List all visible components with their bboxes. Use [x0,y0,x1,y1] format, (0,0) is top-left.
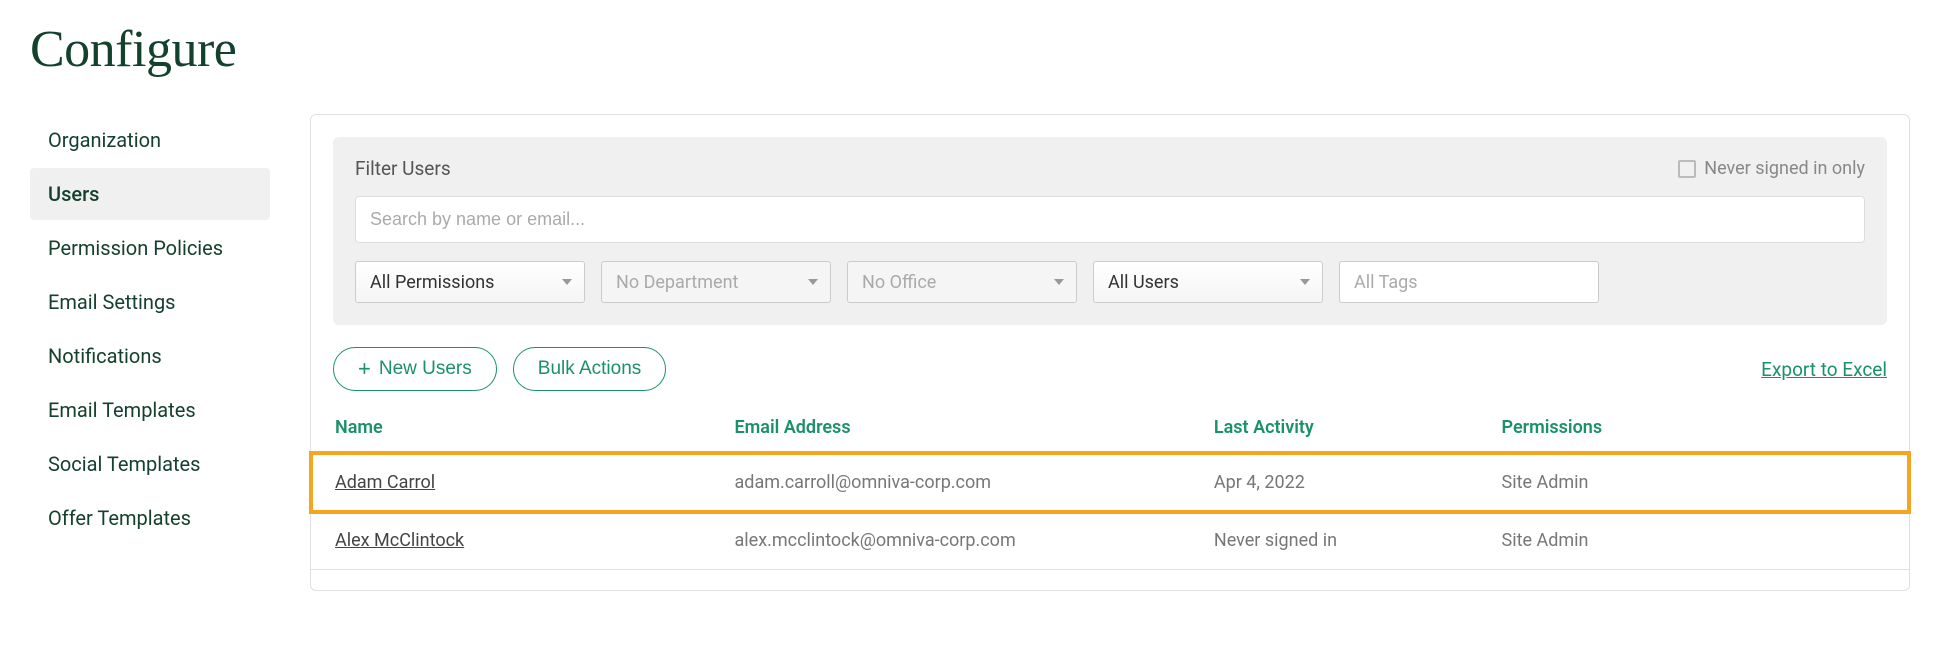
cell-email: alex.mcclintock@omniva-corp.com [711,512,1190,570]
tags-input[interactable]: All Tags [1339,261,1599,303]
cell-permissions: Site Admin [1478,512,1909,570]
user-link[interactable]: Adam Carrol [335,472,435,493]
main-panel: Filter Users Never signed in only All Pe… [310,114,1910,591]
office-dropdown-label: No Office [862,272,936,293]
user-link[interactable]: Alex McClintock [335,530,464,551]
actions-row: + New Users Bulk Actions Export to Excel [311,347,1909,391]
table-row: Alex McClintock alex.mcclintock@omniva-c… [311,512,1909,570]
new-users-button[interactable]: + New Users [333,347,497,391]
users-dropdown[interactable]: All Users [1093,261,1323,303]
checkbox-icon [1678,160,1696,178]
department-dropdown[interactable]: No Department [601,261,831,303]
cell-activity: Apr 4, 2022 [1190,453,1478,512]
office-dropdown[interactable]: No Office [847,261,1077,303]
sidebar-item-permission-policies[interactable]: Permission Policies [30,222,270,274]
sidebar: Organization Users Permission Policies E… [30,114,270,591]
col-header-permissions[interactable]: Permissions [1478,403,1909,453]
col-header-email[interactable]: Email Address [711,403,1190,453]
never-signed-checkbox[interactable]: Never signed in only [1678,158,1865,179]
filter-title: Filter Users [355,157,451,180]
chevron-down-icon [808,279,818,285]
layout: Organization Users Permission Policies E… [30,114,1910,591]
permissions-dropdown-label: All Permissions [370,272,494,293]
sidebar-item-email-templates[interactable]: Email Templates [30,384,270,436]
bulk-actions-label: Bulk Actions [538,358,642,380]
page-title: Configure [30,20,1910,79]
users-table: Name Email Address Last Activity Permiss… [311,403,1909,570]
never-signed-label: Never signed in only [1704,158,1865,179]
chevron-down-icon [1054,279,1064,285]
sidebar-item-offer-templates[interactable]: Offer Templates [30,492,270,544]
col-header-name[interactable]: Name [311,403,711,453]
tags-placeholder: All Tags [1354,272,1418,293]
new-users-label: New Users [379,358,472,380]
table-header-row: Name Email Address Last Activity Permiss… [311,403,1909,453]
sidebar-item-users[interactable]: Users [30,168,270,220]
cell-permissions: Site Admin [1478,453,1909,512]
cell-name: Alex McClintock [311,512,711,570]
col-header-activity[interactable]: Last Activity [1190,403,1478,453]
users-dropdown-label: All Users [1108,272,1179,293]
chevron-down-icon [562,279,572,285]
table-row: Adam Carrol adam.carroll@omniva-corp.com… [311,453,1909,512]
sidebar-item-social-templates[interactable]: Social Templates [30,438,270,490]
export-link[interactable]: Export to Excel [1761,358,1887,381]
plus-icon: + [358,358,371,380]
sidebar-item-organization[interactable]: Organization [30,114,270,166]
cell-activity: Never signed in [1190,512,1478,570]
filter-panel: Filter Users Never signed in only All Pe… [333,137,1887,325]
chevron-down-icon [1300,279,1310,285]
sidebar-item-notifications[interactable]: Notifications [30,330,270,382]
bulk-actions-button[interactable]: Bulk Actions [513,347,667,391]
department-dropdown-label: No Department [616,272,738,293]
cell-email: adam.carroll@omniva-corp.com [711,453,1190,512]
filter-row: All Permissions No Department No Office … [355,261,1865,303]
filter-header: Filter Users Never signed in only [355,157,1865,180]
permissions-dropdown[interactable]: All Permissions [355,261,585,303]
search-input[interactable] [355,196,1865,243]
cell-name: Adam Carrol [311,453,711,512]
sidebar-item-email-settings[interactable]: Email Settings [30,276,270,328]
